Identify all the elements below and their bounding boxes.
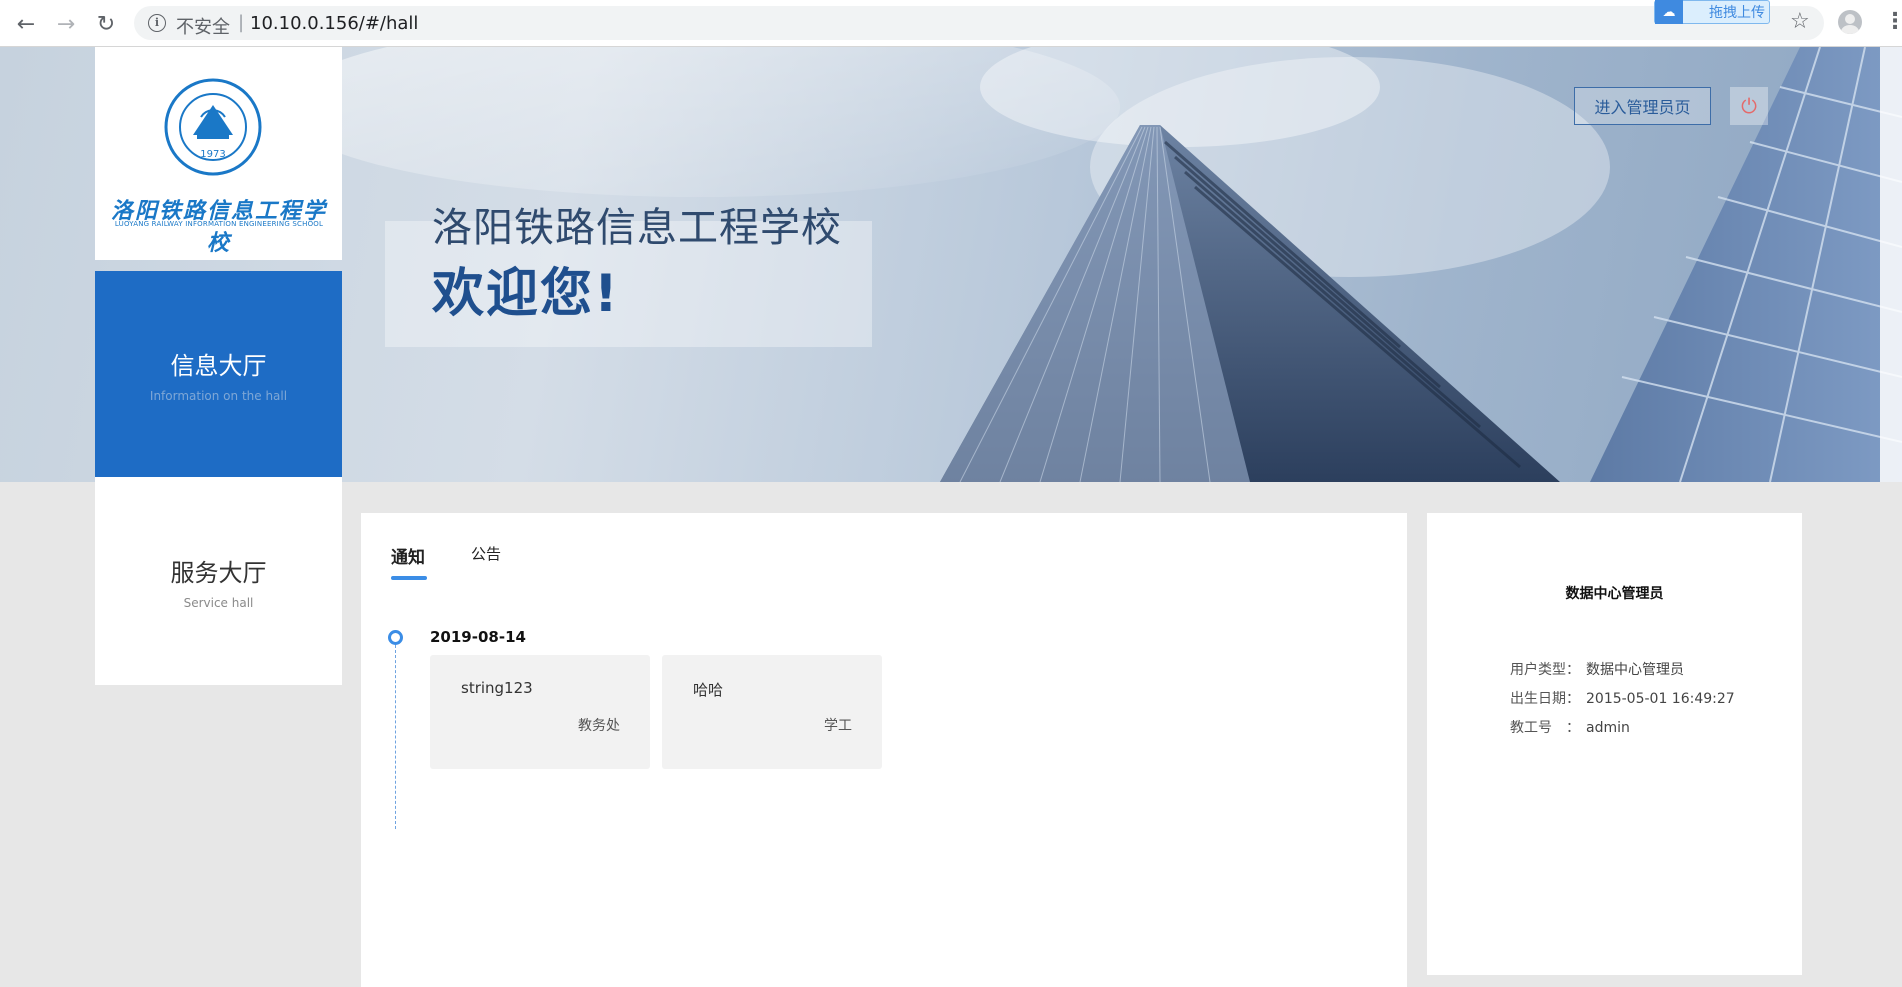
nav-service-hall-sublabel: Service hall: [183, 595, 254, 610]
tab-notice[interactable]: 通知: [391, 543, 425, 568]
enter-admin-button[interactable]: 进入管理员页: [1574, 87, 1711, 125]
nav-info-hall-label: 信息大厅: [170, 351, 267, 380]
cloud-icon: ☁: [1655, 0, 1683, 24]
timeline-date: 2019-08-14: [430, 628, 526, 646]
notice-dept: 教务处: [578, 718, 620, 734]
profile-key: 教工号 ：: [1510, 720, 1580, 736]
drag-upload-extension[interactable]: ☁ 拖拽上传: [1654, 0, 1770, 24]
welcome-heading: 欢迎您!: [432, 264, 620, 324]
notice-panel: 通知 公告 2019-08-14 string123 教务处 哈哈 学工: [361, 513, 1407, 987]
browser-toolbar: ← → ↻ i 不安全 | 10.10.0.156/#/hall ☁ 拖拽上传 …: [0, 0, 1902, 47]
profile-row-birth-date: 出生日期： 2015-05-01 16:49:27: [1510, 688, 1735, 708]
notice-card[interactable]: string123 教务处: [430, 655, 650, 769]
address-bar[interactable]: i 不安全 | 10.10.0.156/#/hall: [134, 6, 1824, 40]
profile-row-staff-id: 教工号 ： admin: [1510, 717, 1630, 737]
notice-title: string123: [461, 679, 533, 697]
profile-panel: 数据中心管理员 用户类型： 数据中心管理员 出生日期： 2015-05-01 16:…: [1427, 513, 1802, 975]
nav-info-hall[interactable]: 信息大厅 Information on the hall: [95, 271, 342, 477]
power-icon[interactable]: ⏻: [1730, 87, 1768, 125]
nav-service-hall-label: 服务大厅: [170, 558, 267, 587]
profile-value: 数据中心管理员: [1586, 662, 1684, 678]
kebab-menu-icon[interactable]: ⋮: [1884, 9, 1902, 34]
school-title: 洛阳铁路信息工程学校: [432, 205, 842, 251]
profile-value: admin: [1586, 720, 1630, 736]
active-tab-indicator: [391, 576, 427, 580]
seal-year: 1973: [200, 149, 225, 160]
notice-title: 哈哈: [693, 681, 724, 699]
insecure-label: 不安全: [176, 17, 230, 38]
drag-upload-label: 拖拽上传: [1709, 5, 1765, 21]
profile-title: 数据中心管理员: [1565, 586, 1664, 602]
profile-avatar-icon[interactable]: [1838, 10, 1862, 34]
bookmark-star-icon[interactable]: ☆: [1790, 9, 1810, 34]
timeline-dot: [388, 630, 403, 645]
info-icon[interactable]: i: [148, 14, 166, 32]
profile-row-user-type: 用户类型： 数据中心管理员: [1510, 659, 1684, 679]
tab-bulletin[interactable]: 公告: [471, 543, 501, 564]
timeline-line: [395, 645, 396, 829]
nav-service-hall[interactable]: 服务大厅 Service hall: [95, 477, 342, 685]
logo-name-en: LUOYANG RAILWAY INFORMATION ENGINEERING …: [114, 220, 324, 228]
notice-dept: 学工: [824, 718, 852, 734]
profile-value: 2015-05-01 16:49:27: [1586, 691, 1735, 707]
reload-icon[interactable]: ↻: [90, 8, 122, 40]
url-text[interactable]: 10.10.0.156/#/hall: [250, 13, 418, 34]
school-seal-icon: 1973: [164, 78, 262, 176]
forward-arrow-icon[interactable]: →: [50, 8, 82, 40]
address-separator: |: [238, 12, 245, 33]
school-logo: 1973 洛阳铁路信息工程学校 LUOYANG RAILWAY INFORMAT…: [95, 47, 342, 260]
notice-card[interactable]: 哈哈 学工: [662, 655, 882, 769]
profile-key: 用户类型：: [1510, 662, 1580, 678]
back-arrow-icon[interactable]: ←: [10, 8, 42, 40]
nav-info-hall-sublabel: Information on the hall: [149, 388, 288, 403]
profile-key: 出生日期：: [1510, 691, 1580, 707]
